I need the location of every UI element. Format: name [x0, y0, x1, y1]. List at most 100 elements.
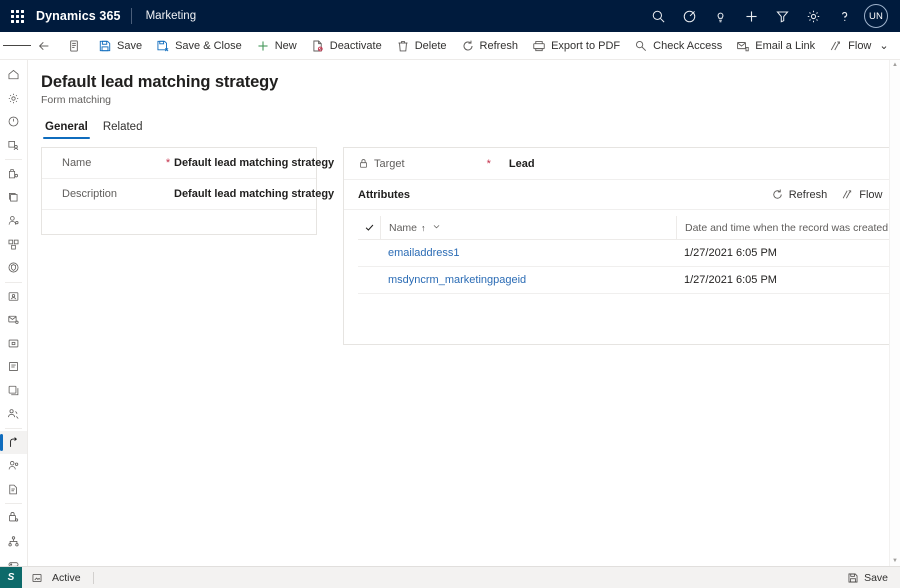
left-navigation-rail: S: [0, 60, 28, 566]
vertical-scrollbar[interactable]: ▲ ▼: [889, 60, 900, 566]
status-badge: Active: [52, 571, 81, 584]
sidebar-item-settings[interactable]: [0, 87, 27, 111]
column-header-name[interactable]: Name ↑: [380, 215, 676, 240]
sidebar-item-contacts[interactable]: [0, 162, 27, 186]
attributes-refresh-button[interactable]: Refresh: [765, 185, 834, 204]
grid-header-row: Name ↑ Date and time when the record was…: [358, 215, 900, 240]
application-body: S Default lead matching strategy Form ma…: [0, 60, 900, 566]
waffle-icon: [10, 9, 24, 23]
sidebar-item-lead-scoring[interactable]: [0, 454, 27, 478]
sidebar-item-data-management[interactable]: [0, 506, 27, 530]
sidebar-item-toggles[interactable]: [0, 553, 27, 566]
target-section-card: Target * Lead Attributes Refresh Flow Na…: [343, 147, 900, 345]
status-bar: S Active Save: [0, 566, 900, 588]
app-name-label[interactable]: Marketing: [132, 10, 197, 22]
description-field-row[interactable]: Description Default lead matching strate…: [42, 179, 334, 210]
sidebar-item-form-capture[interactable]: [0, 379, 27, 403]
scrollbar-track[interactable]: [890, 68, 900, 558]
sidebar-item-security[interactable]: [0, 256, 27, 280]
save-button[interactable]: Save: [91, 32, 149, 60]
select-all-checkbox[interactable]: [358, 222, 380, 233]
sidebar-item-marketing-emails[interactable]: [0, 308, 27, 332]
target-field-value: Lead: [508, 157, 535, 170]
tab-related[interactable]: Related: [97, 118, 149, 140]
record-icon[interactable]: [22, 572, 52, 584]
status-save-button[interactable]: Save: [847, 572, 900, 584]
chevron-down-icon: ⌄: [879, 40, 889, 52]
sidebar-item-pinned[interactable]: [0, 134, 27, 158]
name-field-row[interactable]: Name * Default lead matching strategy: [42, 148, 334, 179]
tab-general[interactable]: General: [39, 118, 94, 140]
status-environment-badge[interactable]: S: [0, 566, 22, 588]
new-label: New: [274, 39, 297, 52]
target-required-marker: *: [486, 157, 491, 170]
card-spacer: [42, 210, 316, 234]
name-required-marker: *: [165, 157, 171, 169]
row-name-link[interactable]: msdyncrm_marketingpageid: [388, 274, 526, 286]
sidebar-item-leads[interactable]: [0, 209, 27, 233]
top-navigation-actions: UN: [643, 0, 900, 32]
chevron-down-icon[interactable]: [432, 222, 441, 234]
sidebar-item-home[interactable]: [0, 63, 27, 87]
table-row[interactable]: emailaddress1 1/27/2021 6:05 PM: [358, 240, 900, 267]
rail-divider-4: [5, 503, 22, 504]
gear-icon[interactable]: [798, 0, 829, 32]
back-button[interactable]: [31, 32, 57, 60]
refresh-button[interactable]: Refresh: [454, 32, 526, 60]
form-selector-button[interactable]: [61, 32, 87, 60]
status-save-label: Save: [864, 571, 888, 584]
sidebar-item-templates[interactable]: [0, 402, 27, 426]
save-label: Save: [117, 39, 143, 52]
rail-divider-3: [5, 427, 22, 429]
scroll-down-arrow-icon[interactable]: ▼: [892, 558, 898, 564]
sidebar-item-reports[interactable]: [0, 478, 27, 502]
sidebar-item-hierarchy[interactable]: [0, 530, 27, 554]
sidebar-item-recent[interactable]: [0, 110, 27, 134]
brand-title[interactable]: Dynamics 365: [34, 9, 131, 23]
save-and-close-button[interactable]: Save & Close: [149, 32, 249, 60]
email-a-link-label: Email a Link: [755, 39, 816, 52]
email-a-link-button[interactable]: Email a Link: [729, 32, 822, 60]
avatar[interactable]: UN: [864, 4, 888, 28]
plus-icon[interactable]: [736, 0, 767, 32]
lightbulb-icon[interactable]: [705, 0, 736, 32]
row-created-cell: 1/27/2021 6:05 PM: [684, 247, 777, 259]
target-field-row[interactable]: Target * Lead: [344, 148, 900, 180]
save-and-close-label: Save & Close: [175, 39, 242, 52]
sidebar-item-marketing-pages[interactable]: [0, 332, 27, 356]
search-icon[interactable]: [643, 0, 674, 32]
sidebar-item-customer-journeys[interactable]: [0, 285, 27, 309]
sidebar-item-marketing-forms[interactable]: [0, 355, 27, 379]
app-launcher-button[interactable]: [0, 0, 34, 32]
attributes-grid: Name ↑ Date and time when the record was…: [344, 210, 900, 344]
filter-icon[interactable]: [767, 0, 798, 32]
general-section-card: Name * Default lead matching strategy De…: [41, 147, 334, 235]
target-icon[interactable]: [674, 0, 705, 32]
main-content: Default lead matching strategy Form matc…: [28, 60, 900, 566]
column-header-created-on[interactable]: Date and time when the record was create…: [676, 215, 900, 240]
sidebar-item-lead-matching[interactable]: [0, 430, 27, 454]
check-access-button[interactable]: Check Access: [627, 32, 729, 60]
export-to-pdf-button[interactable]: Export to PDF: [525, 32, 627, 60]
command-overflow-button[interactable]: [896, 32, 900, 60]
rail-divider-2: [5, 281, 22, 283]
delete-label: Delete: [414, 39, 447, 52]
sidebar-item-accounts[interactable]: [0, 186, 27, 210]
lock-icon: [358, 158, 369, 169]
row-name-cell: emailaddress1: [380, 247, 676, 259]
delete-button[interactable]: Delete: [389, 32, 454, 60]
flow-label: Flow: [848, 39, 872, 52]
dynamics-365-window: Dynamics 365 Marketing UN Save Save & Cl…: [0, 0, 900, 588]
row-name-link[interactable]: emailaddress1: [388, 247, 460, 259]
page-subtitle: Form matching: [41, 94, 112, 106]
site-map-button[interactable]: [3, 32, 31, 60]
table-row[interactable]: msdyncrm_marketingpageid 1/27/2021 6:05 …: [358, 267, 900, 294]
new-button[interactable]: New: [249, 32, 304, 60]
page-title: Default lead matching strategy: [41, 73, 279, 91]
attributes-flow-label: Flow: [859, 188, 883, 201]
flow-button[interactable]: Flow ⌄: [822, 32, 895, 60]
sidebar-item-segments[interactable]: [0, 233, 27, 257]
deactivate-button[interactable]: Deactivate: [304, 32, 389, 60]
question-icon[interactable]: [829, 0, 860, 32]
description-field-label: Description: [62, 188, 118, 200]
